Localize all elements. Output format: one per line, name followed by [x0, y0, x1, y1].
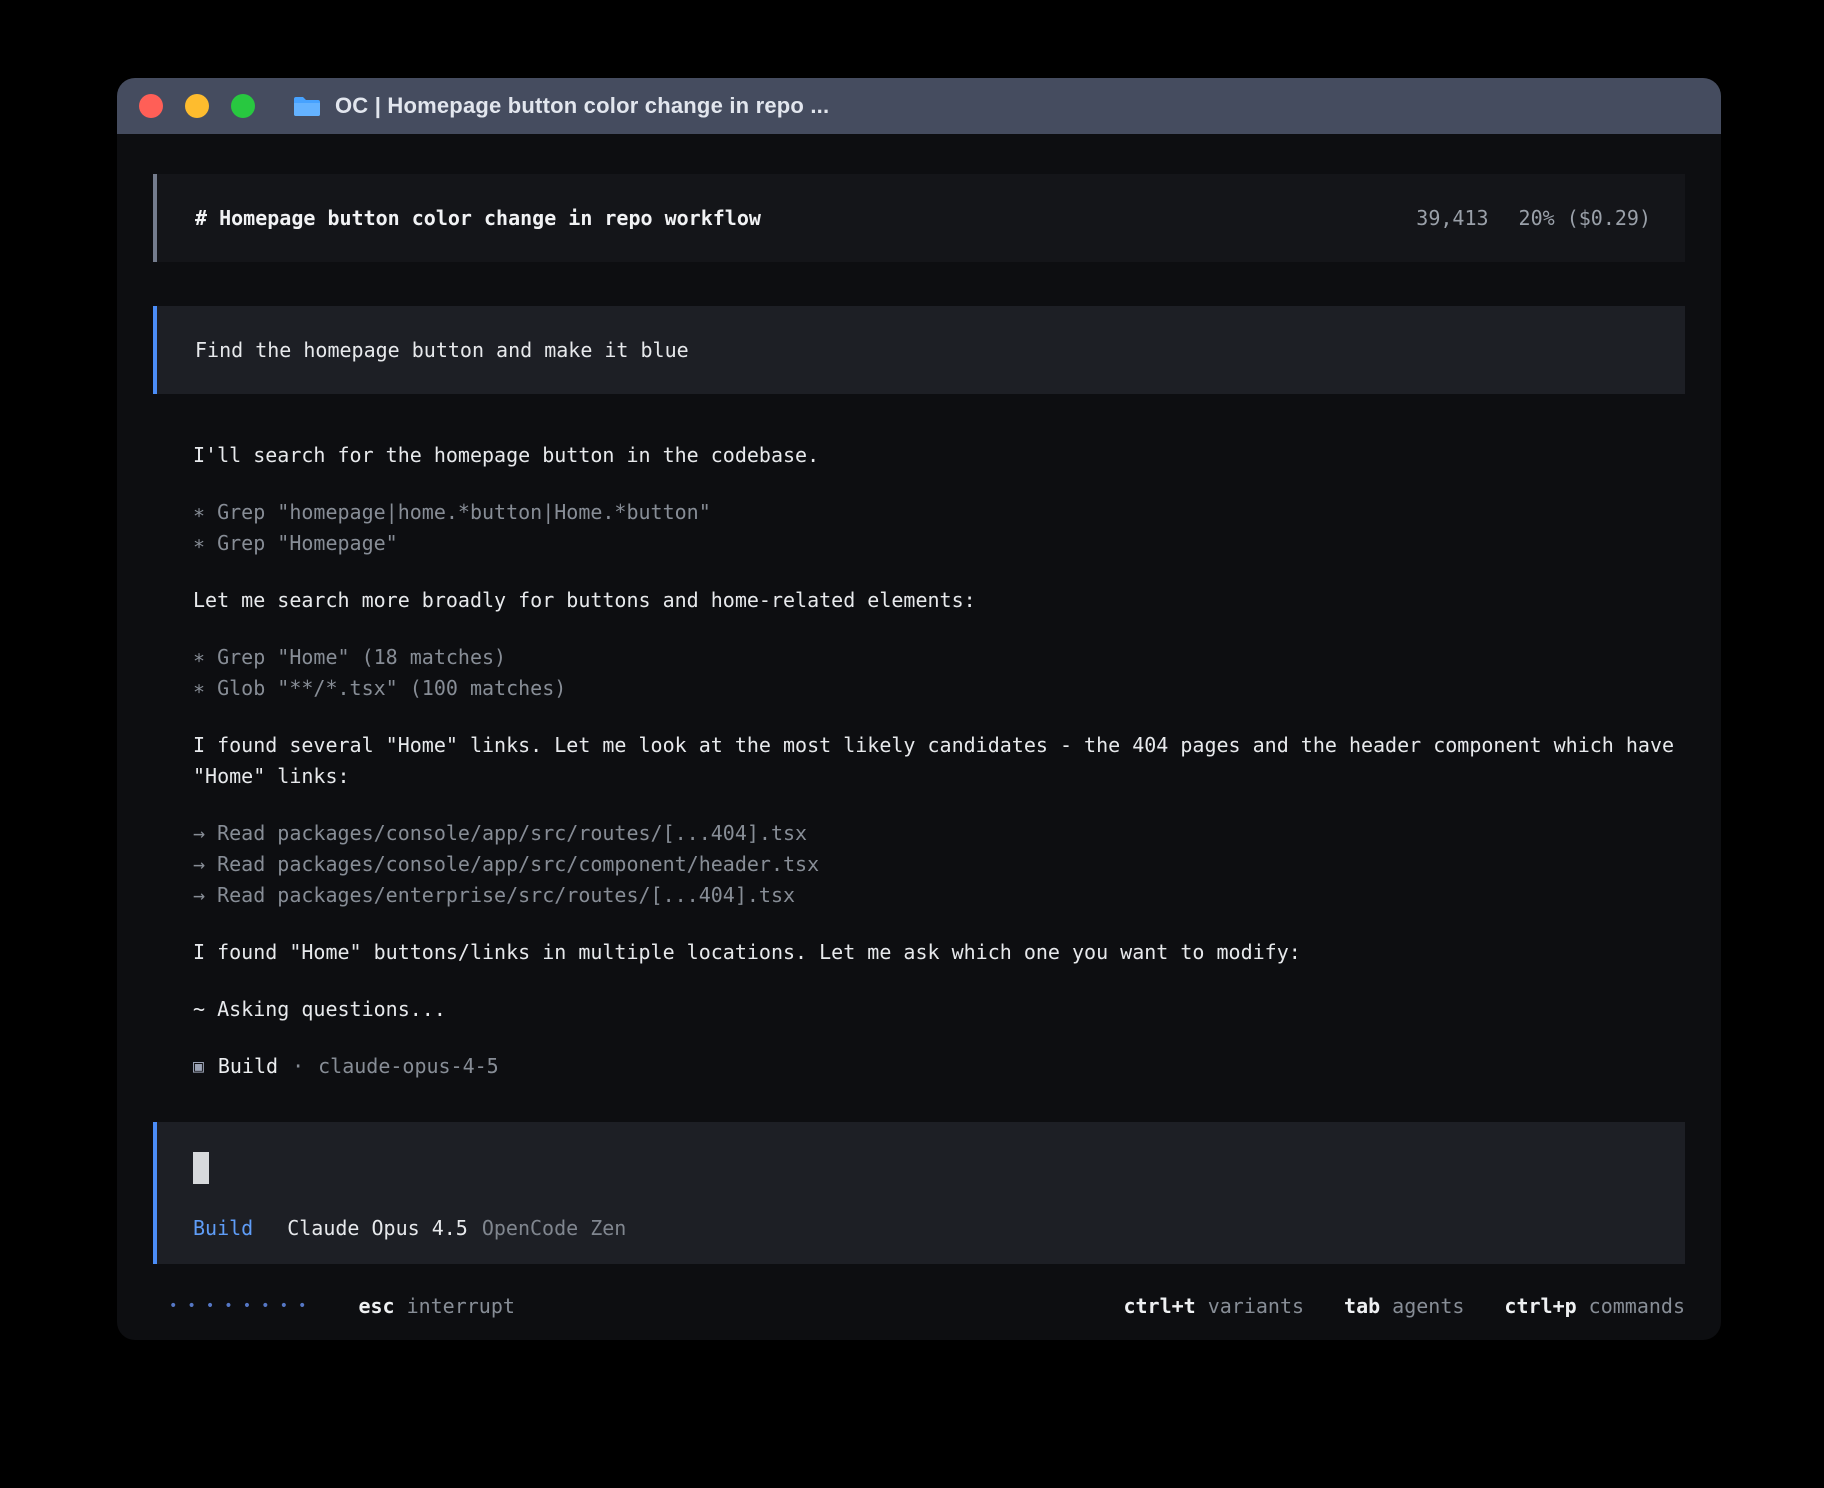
close-window-button[interactable] — [139, 94, 163, 118]
hint-agents: tab agents — [1344, 1294, 1464, 1318]
window-titlebar[interactable]: OC | Homepage button color change in rep… — [117, 78, 1721, 134]
assistant-text-line: I found several "Home" links. Let me loo… — [193, 730, 1675, 792]
agent-status-line: ▣ Build · claude-opus-4-5 — [193, 1051, 1675, 1082]
status-line-asking: ~ Asking questions... — [193, 994, 1675, 1025]
tool-call-grep: ∗ Grep "Home" (18 matches) — [193, 642, 1675, 673]
hint-variants: ctrl+t variants — [1123, 1294, 1304, 1318]
transcript: I'll search for the homepage button in t… — [153, 440, 1685, 1082]
agent-name: Build — [218, 1051, 278, 1082]
key-ctrl-p: ctrl+p — [1504, 1294, 1576, 1318]
file-read-line: → Read packages/enterprise/src/routes/[.… — [193, 880, 1675, 911]
hint-commands: ctrl+p commands — [1504, 1294, 1685, 1318]
folder-icon — [293, 95, 321, 117]
footer-right: ctrl+t variants tab agents ctrl+p comman… — [1123, 1294, 1685, 1318]
spinner-dots-icon: •••••••• — [169, 1298, 316, 1314]
tool-call-grep: ∗ Grep "Homepage" — [193, 528, 1675, 559]
traffic-lights — [139, 94, 255, 118]
user-message-text: Find the homepage button and make it blu… — [195, 338, 689, 362]
user-message: Find the homepage button and make it blu… — [153, 306, 1685, 394]
assistant-text-line: I found "Home" buttons/links in multiple… — [193, 937, 1675, 968]
zoom-window-button[interactable] — [231, 94, 255, 118]
text-cursor — [193, 1152, 209, 1184]
window-title-area: OC | Homepage button color change in rep… — [293, 93, 829, 119]
agent-model: claude-opus-4-5 — [318, 1051, 499, 1082]
tool-call-grep: ∗ Grep "homepage|home.*button|Home.*butt… — [193, 497, 1675, 528]
terminal-window: OC | Homepage button color change in rep… — [117, 78, 1721, 1340]
session-title: # Homepage button color change in repo w… — [195, 206, 761, 230]
mode-indicator[interactable]: Build — [193, 1216, 253, 1240]
provider-name: OpenCode Zen — [482, 1216, 627, 1240]
terminal-content: # Homepage button color change in repo w… — [117, 134, 1721, 1340]
assistant-text-line: Let me search more broadly for buttons a… — [193, 585, 1675, 616]
status-footer: •••••••• esc interrupt ctrl+t variants t… — [153, 1294, 1685, 1318]
file-read-line: → Read packages/console/app/src/componen… — [193, 849, 1675, 880]
minimize-window-button[interactable] — [185, 94, 209, 118]
model-name[interactable]: Claude Opus 4.5 — [287, 1216, 468, 1240]
tool-call-glob: ∗ Glob "**/*.tsx" (100 matches) — [193, 673, 1675, 704]
context-cost: 20% ($0.29) — [1519, 206, 1651, 230]
key-esc: esc — [358, 1294, 394, 1318]
assistant-text-line: I'll search for the homepage button in t… — [193, 440, 1675, 471]
session-header: # Homepage button color change in repo w… — [153, 174, 1685, 262]
file-read-line: → Read packages/console/app/src/routes/[… — [193, 818, 1675, 849]
key-tab: tab — [1344, 1294, 1380, 1318]
window-title: OC | Homepage button color change in rep… — [335, 93, 829, 119]
prompt-input[interactable]: Build Claude Opus 4.5 OpenCode Zen — [153, 1122, 1685, 1264]
agent-square-icon: ▣ — [193, 1051, 204, 1082]
key-ctrl-t: ctrl+t — [1123, 1294, 1195, 1318]
agent-separator: · — [292, 1051, 304, 1082]
footer-left: •••••••• esc interrupt — [153, 1294, 515, 1318]
hint-interrupt: esc interrupt — [358, 1294, 515, 1318]
model-bar: Build Claude Opus 4.5 OpenCode Zen — [193, 1216, 1649, 1240]
token-count: 39,413 — [1416, 206, 1488, 230]
session-stats: 39,413 20% ($0.29) — [1416, 206, 1651, 230]
